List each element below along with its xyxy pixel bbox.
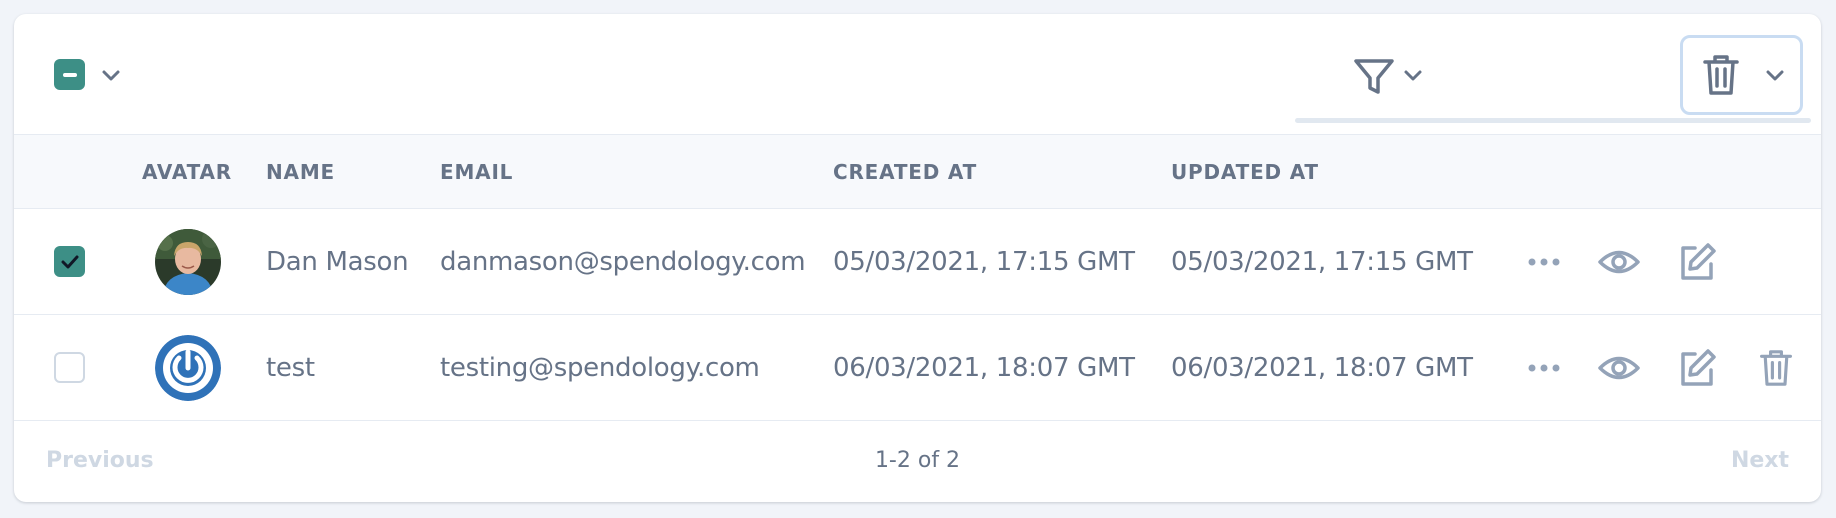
column-header-email[interactable]: EMAIL xyxy=(440,135,513,209)
edit-icon[interactable] xyxy=(1677,348,1717,388)
next-page-button[interactable]: Next xyxy=(1731,420,1789,502)
checkmark-icon xyxy=(61,255,78,268)
select-all-checkbox[interactable] xyxy=(54,59,85,90)
table-header: AVATAR NAME EMAIL CREATED AT UPDATED AT xyxy=(14,135,1821,209)
user-photo-avatar xyxy=(155,229,221,295)
column-header-updated-at[interactable]: UPDATED AT xyxy=(1171,135,1319,209)
row-created-at: 06/03/2021, 18:07 GMT xyxy=(833,353,1135,383)
indeterminate-dash-icon xyxy=(62,72,77,77)
filter-icon[interactable] xyxy=(1352,55,1396,99)
table-row: test testing@spendology.com 06/03/2021, … xyxy=(14,315,1821,421)
delete-chevron-down-icon xyxy=(1766,70,1784,81)
delete-menu-button[interactable] xyxy=(1680,35,1803,115)
pagination-bar: Previous 1-2 of 2 Next xyxy=(14,420,1821,502)
table-row: Dan Mason danmason@spendology.com 05/03/… xyxy=(14,209,1821,315)
resource-table-card: AVATAR NAME EMAIL CREATED AT UPDATED AT … xyxy=(14,14,1821,502)
table-toolbar xyxy=(14,14,1821,135)
row-email: danmason@spendology.com xyxy=(440,247,806,277)
trash-icon[interactable] xyxy=(1758,346,1794,390)
previous-page-button[interactable]: Previous xyxy=(46,420,154,502)
column-header-created-at[interactable]: CREATED AT xyxy=(833,135,977,209)
power-icon-avatar xyxy=(155,335,221,401)
trash-icon xyxy=(1703,55,1739,95)
more-icon[interactable] xyxy=(1526,250,1562,274)
column-header-avatar: AVATAR xyxy=(142,160,232,184)
more-icon[interactable] xyxy=(1526,356,1562,380)
filter-progress-bar xyxy=(1295,118,1811,123)
eye-icon[interactable] xyxy=(1597,242,1641,282)
row-checkbox[interactable] xyxy=(54,352,85,383)
filter-chevron-down-icon[interactable] xyxy=(1403,69,1423,83)
eye-icon[interactable] xyxy=(1597,348,1641,388)
column-header-name[interactable]: NAME xyxy=(266,135,335,209)
select-all-chevron-down-icon[interactable] xyxy=(101,69,121,83)
row-created-at: 05/03/2021, 17:15 GMT xyxy=(833,247,1135,277)
row-name: test xyxy=(266,353,315,383)
row-updated-at: 06/03/2021, 18:07 GMT xyxy=(1171,353,1473,383)
edit-icon[interactable] xyxy=(1677,242,1717,282)
row-email: testing@spendology.com xyxy=(440,353,760,383)
row-updated-at: 05/03/2021, 17:15 GMT xyxy=(1171,247,1473,277)
row-checkbox[interactable] xyxy=(54,246,85,277)
pagination-count: 1-2 of 2 xyxy=(874,448,961,473)
row-name: Dan Mason xyxy=(266,247,409,277)
